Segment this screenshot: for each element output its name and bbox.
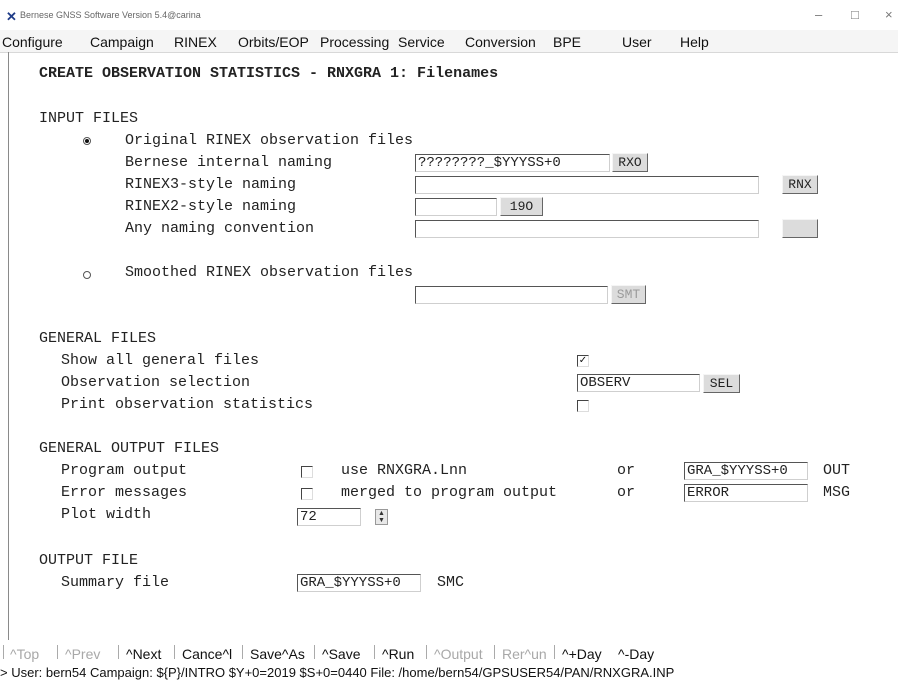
separator [554,645,555,659]
section-input-files: INPUT FILES [39,110,139,127]
any-naming-label: Any naming convention [125,220,315,237]
section-general-output: GENERAL OUTPUT FILES [39,440,220,457]
next-button[interactable]: ^Next [126,646,161,662]
print-statistics-label: Print observation statistics [61,396,314,413]
rerun-button[interactable]: Rer^un [502,646,547,662]
sel-button[interactable]: SEL [703,374,740,393]
error-messages-label: Error messages [61,484,188,501]
save-button[interactable]: ^Save [322,646,360,662]
error-messages-option: merged to program output [341,484,558,501]
summary-file-field[interactable]: GRA_$YYYSS+0 [297,574,421,592]
menu-bpe[interactable]: BPE [553,34,581,50]
error-messages-checkbox[interactable] [301,488,313,500]
smt-button[interactable]: SMT [611,285,646,304]
show-all-general-label: Show all general files [61,352,260,369]
section-output-file: OUTPUT FILE [39,552,139,569]
bernese-naming-label: Bernese internal naming [125,154,333,171]
maximize-button[interactable]: □ [851,7,859,22]
input-panel: CREATE OBSERVATION STATISTICS - RNXGRA 1… [8,52,898,640]
separator [57,645,58,659]
menu-conversion[interactable]: Conversion [465,34,536,50]
program-output-checkbox[interactable] [301,466,313,478]
rinex3-naming-field[interactable] [415,176,759,194]
minimize-button[interactable]: – [815,7,822,22]
separator [494,645,495,659]
rnx-button[interactable]: RNX [782,175,818,194]
plus-day-button[interactable]: ^+Day [562,646,602,662]
bernese-logo-icon: ✕ [6,9,17,24]
program-output-option: use RNXGRA.Lnn [341,462,468,479]
19o-button[interactable]: 19O [500,197,543,216]
run-button[interactable]: ^Run [382,646,414,662]
separator [314,645,315,659]
prev-button[interactable]: ^Prev [65,646,100,662]
separator [118,645,119,659]
save-as-button[interactable]: Save^As [250,646,305,662]
menu-processing[interactable]: Processing [320,34,389,50]
program-output-field[interactable]: GRA_$YYYSS+0 [684,462,808,480]
title-bar: ✕ Bernese GNSS Software Version 5.4@cari… [0,0,898,30]
separator [374,645,375,659]
plot-width-spinner-icon[interactable]: ▲ ▼ [375,509,388,525]
rxo-button[interactable]: RXO [612,153,648,172]
observation-selection-label: Observation selection [61,374,251,391]
program-output-ext: OUT [823,462,851,479]
separator [3,645,4,659]
summary-file-ext: SMC [437,574,465,591]
output-button[interactable]: ^Output [434,646,483,662]
observation-selection-field[interactable]: OBSERV [577,374,700,392]
close-button[interactable]: × [885,7,893,22]
status-bar: > User: bern54 Campaign: ${P}/INTRO $Y+0… [0,664,898,681]
status-text: > User: bern54 Campaign: ${P}/INTRO $Y+0… [0,665,675,680]
page-title: CREATE OBSERVATION STATISTICS - RNXGRA 1… [39,65,499,82]
menu-orbits-eop[interactable]: Orbits/EOP [238,34,309,50]
menu-service[interactable]: Service [398,34,445,50]
rinex3-naming-label: RINEX3-style naming [125,176,297,193]
cancel-button[interactable]: Cance^l [182,646,232,662]
rinex2-naming-label: RINEX2-style naming [125,198,297,215]
minus-day-button[interactable]: ^-Day [618,646,654,662]
bernese-naming-field[interactable]: ????????_$YYYSS+0 [415,154,610,172]
show-all-general-checkbox[interactable]: ✓ [577,355,589,367]
separator [174,645,175,659]
error-messages-field[interactable]: ERROR [684,484,808,502]
separator [426,645,427,659]
window-title: Bernese GNSS Software Version 5.4@carina [20,10,201,20]
rinex2-naming-field[interactable] [415,198,497,216]
menu-rinex[interactable]: RINEX [174,34,217,50]
program-output-or: or [617,462,636,479]
plot-width-field[interactable]: 72 [297,508,361,526]
menu-configure[interactable]: Configure [2,34,63,50]
radio-smoothed-rinex[interactable] [83,271,91,279]
plot-width-label: Plot width [61,506,152,523]
menu-bar: Configure Campaign RINEX Orbits/EOP Proc… [0,30,898,53]
summary-file-label: Summary file [61,574,170,591]
print-statistics-checkbox[interactable] [577,400,589,412]
radio-original-rinex[interactable] [83,137,91,145]
error-messages-ext: MSG [823,484,851,501]
smoothed-rinex-label: Smoothed RINEX observation files [125,264,414,281]
any-naming-button[interactable] [782,219,818,238]
menu-help[interactable]: Help [680,34,709,50]
bottom-button-bar: ^Top ^Prev ^Next Cance^l Save^As ^Save ^… [0,642,898,662]
original-rinex-label: Original RINEX observation files [125,132,414,149]
top-button[interactable]: ^Top [10,646,39,662]
menu-user[interactable]: User [622,34,652,50]
error-messages-or: or [617,484,636,501]
section-general-files: GENERAL FILES [39,330,157,347]
program-output-label: Program output [61,462,188,479]
any-naming-field[interactable] [415,220,759,238]
separator [242,645,243,659]
smoothed-rinex-field[interactable] [415,286,608,304]
menu-campaign[interactable]: Campaign [90,34,154,50]
